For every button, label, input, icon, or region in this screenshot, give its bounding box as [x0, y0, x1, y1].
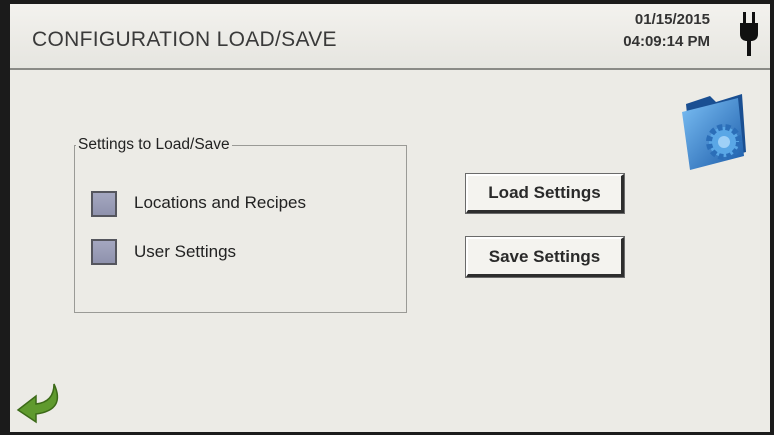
page-title: CONFIGURATION LOAD/SAVE: [32, 28, 337, 51]
back-arrow-icon[interactable]: [14, 380, 64, 432]
settings-group-label: Settings to Load/Save: [76, 136, 232, 154]
user-settings-checkbox[interactable]: [91, 239, 117, 265]
time-display: 04:09:14 PM: [623, 33, 710, 50]
power-plug-icon: [738, 10, 760, 63]
locations-recipes-checkbox[interactable]: [91, 191, 117, 217]
header-bar: CONFIGURATION LOAD/SAVE 01/15/2015 04:09…: [10, 4, 770, 70]
folder-gear-icon: [680, 90, 752, 177]
settings-groupbox: [74, 145, 407, 313]
user-settings-label: User Settings: [134, 242, 237, 261]
date-display: 01/15/2015: [634, 11, 710, 28]
locations-recipes-label: Locations and Recipes: [134, 193, 307, 212]
device-screen: CONFIGURATION LOAD/SAVE 01/15/2015 04:09…: [10, 4, 770, 432]
clock: 01/15/2015 04:09:14 PM: [623, 9, 710, 53]
save-settings-button[interactable]: Save Settings: [466, 237, 624, 277]
load-settings-button[interactable]: Load Settings: [466, 174, 624, 213]
